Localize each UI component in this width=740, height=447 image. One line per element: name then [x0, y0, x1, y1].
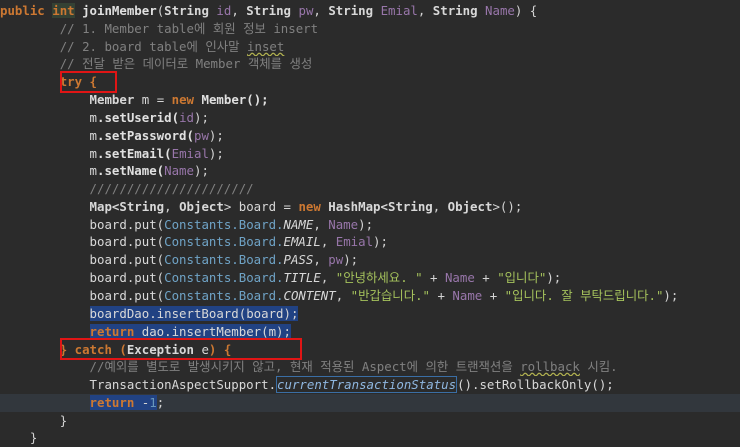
code-editor[interactable]: public int joinMember(String id, String …: [0, 0, 740, 447]
code-line-8: m.setPassword(pw);: [89, 128, 224, 143]
code-line-22: TransactionAspectSupport.currentTransact…: [89, 376, 614, 393]
code-line-15: board.put(Constants.Board.PASS, pw);: [89, 252, 359, 267]
code-line-6: Member m = new Member();: [89, 92, 269, 107]
code-line-2: // 1. Member table에 회원 정보 insert: [59, 21, 319, 36]
code-line-1: public int joinMember(String id, String …: [0, 3, 538, 18]
code-line-13: board.put(Constants.Board.NAME, Name);: [89, 217, 374, 232]
code-line-24: }: [59, 413, 68, 428]
code-line-9: m.setEmail(Emial);: [89, 146, 224, 161]
code-line-11: //////////////////////: [89, 181, 254, 196]
code-line-18: boardDao.insertBoard(board);: [89, 306, 299, 321]
code-line-17: board.put(Constants.Board.CONTENT, "반갑습니…: [89, 288, 679, 303]
code-line-14: board.put(Constants.Board.EMAIL, Emial);: [89, 234, 388, 249]
code-line-19: return dao.insertMember(m);: [89, 324, 291, 339]
code-line-12: Map<String, Object> board = new HashMap<…: [89, 199, 523, 214]
code-line-20: } catch (Exception e) {: [59, 342, 232, 357]
code-line-10: m.setName(Name);: [89, 163, 209, 178]
code-line-7: m.setUserid(id);: [89, 110, 209, 125]
code-line-3: // 2. board table에 인사말 inset: [59, 39, 285, 54]
code-line-4: // 전달 받은 데이터로 Member 객체를 생성: [59, 56, 313, 71]
code-line-16: board.put(Constants.Board.TITLE, "안녕하세요.…: [89, 270, 562, 285]
code-line-5: try {: [59, 74, 97, 89]
code-line-23: return -1;: [0, 394, 740, 412]
code-line-25: }: [29, 430, 38, 445]
code-line-21: //예외를 별도로 발생시키지 않고, 현재 적용된 Aspect에 의한 트랜…: [89, 359, 618, 374]
